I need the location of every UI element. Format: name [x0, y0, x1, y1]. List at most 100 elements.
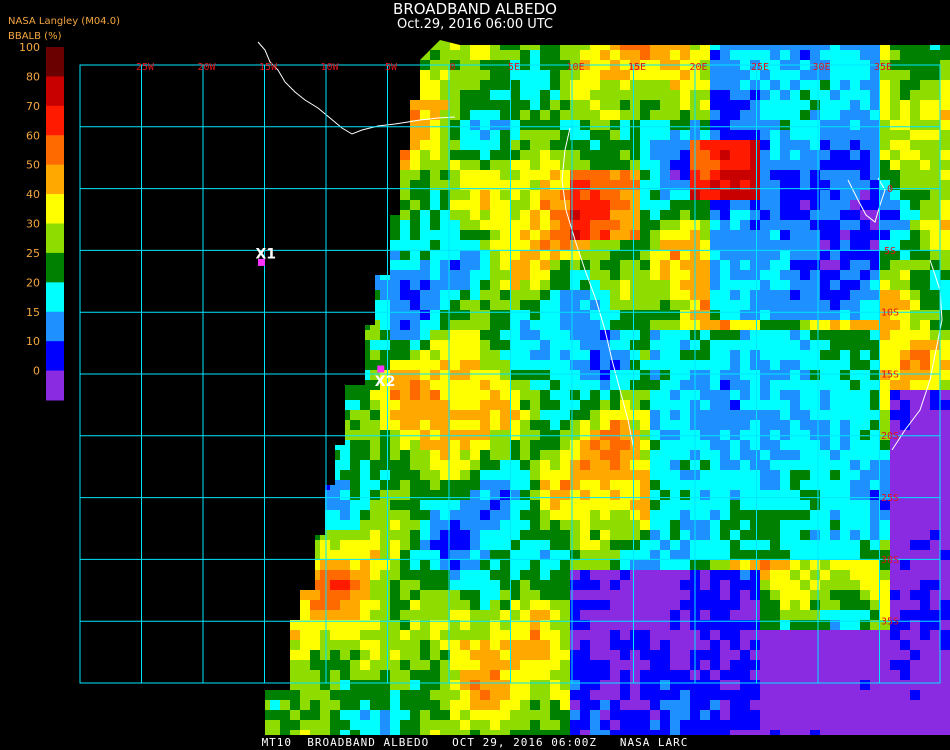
albedo-pixel	[910, 460, 920, 470]
albedo-pixel	[770, 190, 780, 200]
albedo-pixel	[450, 320, 460, 330]
albedo-pixel	[860, 100, 870, 110]
albedo-pixel	[280, 480, 290, 490]
albedo-pixel	[340, 610, 350, 620]
albedo-pixel	[280, 280, 290, 290]
albedo-pixel	[650, 420, 660, 430]
albedo-pixel	[940, 370, 950, 380]
albedo-pixel	[330, 730, 340, 735]
albedo-pixel	[450, 140, 460, 150]
albedo-pixel	[640, 400, 650, 410]
albedo-pixel	[490, 150, 500, 160]
albedo-pixel	[390, 90, 400, 100]
albedo-pixel	[410, 590, 420, 600]
albedo-pixel	[270, 430, 280, 440]
albedo-pixel	[650, 630, 660, 640]
albedo-pixel	[620, 300, 630, 310]
albedo-pixel	[680, 130, 690, 140]
albedo-pixel	[470, 610, 480, 620]
albedo-pixel	[800, 190, 810, 200]
albedo-pixel	[700, 220, 710, 230]
albedo-pixel	[900, 210, 910, 220]
albedo-pixel	[660, 600, 670, 610]
albedo-pixel	[320, 630, 330, 640]
albedo-pixel	[660, 650, 670, 660]
albedo-pixel	[290, 130, 300, 140]
albedo-pixel	[550, 580, 560, 590]
albedo-pixel	[530, 430, 540, 440]
albedo-pixel	[350, 270, 360, 280]
albedo-pixel	[300, 40, 310, 50]
albedo-pixel	[610, 260, 620, 270]
albedo-pixel	[390, 450, 400, 460]
albedo-pixel	[590, 490, 600, 500]
albedo-pixel	[610, 550, 620, 560]
albedo-pixel	[640, 440, 650, 450]
albedo-pixel	[470, 150, 480, 160]
albedo-pixel	[840, 650, 850, 660]
albedo-pixel	[920, 200, 930, 210]
albedo-pixel	[590, 400, 600, 410]
albedo-pixel	[490, 90, 500, 100]
albedo-pixel	[700, 150, 710, 160]
albedo-pixel	[420, 600, 430, 610]
albedo-pixel	[400, 500, 410, 510]
albedo-pixel	[450, 500, 460, 510]
albedo-pixel	[760, 120, 770, 130]
albedo-pixel	[870, 580, 880, 590]
albedo-pixel	[290, 340, 300, 350]
albedo-pixel	[840, 340, 850, 350]
albedo-pixel	[380, 410, 390, 420]
albedo-pixel	[790, 390, 800, 400]
albedo-pixel	[800, 290, 810, 300]
albedo-pixel	[350, 50, 360, 60]
albedo-pixel	[360, 160, 370, 170]
albedo-pixel	[910, 400, 920, 410]
albedo-pixel	[500, 310, 510, 320]
albedo-pixel	[340, 660, 350, 670]
albedo-pixel	[460, 710, 470, 720]
albedo-pixel	[290, 350, 300, 360]
albedo-pixel	[360, 170, 370, 180]
albedo-pixel	[770, 410, 780, 420]
albedo-pixel	[610, 300, 620, 310]
albedo-pixel	[800, 360, 810, 370]
albedo-pixel	[920, 130, 930, 140]
albedo-pixel	[910, 670, 920, 680]
albedo-pixel	[560, 330, 570, 340]
albedo-pixel	[660, 670, 670, 680]
albedo-pixel	[600, 530, 610, 540]
albedo-pixel	[710, 470, 720, 480]
albedo-pixel	[350, 500, 360, 510]
albedo-pixel	[420, 380, 430, 390]
albedo-pixel	[750, 410, 760, 420]
albedo-pixel	[780, 100, 790, 110]
albedo-pixel	[580, 630, 590, 640]
albedo-pixel	[710, 720, 720, 730]
albedo-pixel	[550, 510, 560, 520]
albedo-pixel	[770, 140, 780, 150]
albedo-pixel	[740, 200, 750, 210]
albedo-pixel	[290, 160, 300, 170]
albedo-pixel	[520, 140, 530, 150]
albedo-pixel	[620, 730, 630, 735]
albedo-pixel	[300, 640, 310, 650]
albedo-pixel	[630, 380, 640, 390]
albedo-pixel	[670, 150, 680, 160]
albedo-pixel	[340, 270, 350, 280]
albedo-pixel	[820, 160, 830, 170]
albedo-pixel	[610, 510, 620, 520]
albedo-pixel	[330, 200, 340, 210]
albedo-pixel	[930, 290, 940, 300]
albedo-pixel	[470, 300, 480, 310]
albedo-pixel	[300, 250, 310, 260]
albedo-pixel	[920, 440, 930, 450]
albedo-pixel	[380, 40, 390, 50]
albedo-pixel	[920, 270, 930, 280]
albedo-pixel	[520, 190, 530, 200]
albedo-pixel	[910, 580, 920, 590]
albedo-pixel	[370, 120, 380, 130]
albedo-pixel	[620, 660, 630, 670]
albedo-pixel	[930, 670, 940, 680]
albedo-pixel	[390, 660, 400, 670]
